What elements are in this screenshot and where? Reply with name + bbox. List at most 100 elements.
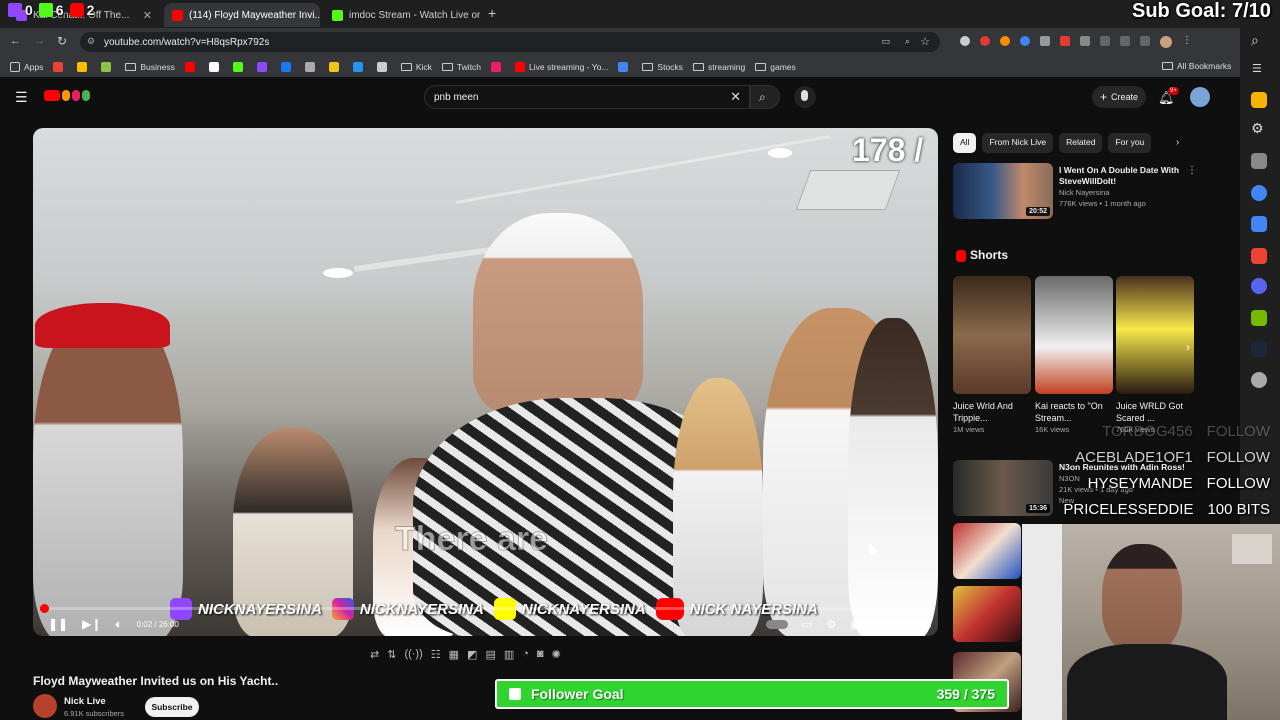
list-icon[interactable]: ▥ [504, 648, 514, 661]
more-options-icon[interactable]: ⋮ [1187, 165, 1197, 176]
browser-tab-3[interactable]: imdoc Stream - Watch Live on K... ✕ [324, 3, 480, 27]
profile-sync-icon[interactable] [1140, 36, 1150, 46]
bookmark-item[interactable] [618, 61, 632, 72]
chrome-icon[interactable] [1251, 185, 1267, 201]
bookmark-item[interactable] [208, 61, 223, 72]
miniplayer-icon[interactable]: ▣ [850, 618, 860, 631]
sidepanel-icon[interactable] [1100, 36, 1110, 46]
progress-scrubber[interactable] [40, 604, 49, 613]
autoplay-toggle[interactable] [765, 619, 788, 629]
bookmark-item[interactable]: streaming [692, 62, 745, 72]
bookmark-item[interactable] [280, 61, 295, 72]
bookmark-item[interactable] [184, 61, 199, 72]
close-icon[interactable]: ✕ [137, 9, 152, 22]
audio-icon[interactable]: ((·)) [404, 648, 422, 660]
discord-icon[interactable] [1251, 278, 1267, 294]
settings-gear-icon[interactable]: ⚙ [1251, 120, 1264, 137]
theater-mode-icon[interactable]: ▭ [899, 618, 909, 631]
loop-icon[interactable]: ⇄ [370, 648, 379, 661]
rec-thumbnail[interactable]: 15:36 [953, 460, 1053, 516]
bookmark-item[interactable]: games [755, 62, 796, 72]
nvidia-icon[interactable] [1251, 310, 1267, 326]
extension-icon[interactable] [1000, 36, 1010, 46]
sort-icon[interactable]: ⇅ [387, 648, 396, 661]
bookmark-item[interactable]: Business [125, 62, 175, 72]
profile-avatar-icon[interactable] [1160, 36, 1172, 48]
extension-icon[interactable] [960, 36, 970, 46]
browser-tab-2[interactable]: (114) Floyd Mayweather Invi... ✕ [164, 3, 320, 27]
bookmark-item[interactable]: Kick [400, 62, 432, 72]
search-input[interactable]: pnb meen ✕ [424, 85, 750, 109]
extension-icon[interactable] [1060, 36, 1070, 46]
clear-search-icon[interactable]: ✕ [730, 89, 741, 105]
progress-bar[interactable] [40, 607, 930, 610]
address-bar[interactable]: ⚙ youtube.com/watch?v=H8qsRpx792s ☆ ⌕ ▭ [80, 32, 940, 52]
bookmark-item[interactable] [376, 61, 391, 72]
bookmark-item[interactable] [328, 61, 343, 72]
bookmark-item[interactable] [304, 61, 319, 72]
bookmark-item[interactable] [77, 61, 91, 72]
menu-icon[interactable]: ☰ [15, 89, 28, 106]
short-thumbnail[interactable] [1035, 276, 1113, 394]
bookmark-item[interactable] [232, 61, 247, 72]
bookmark-item[interactable]: Twitch [441, 62, 481, 72]
video-player[interactable] [33, 128, 938, 636]
search-icon[interactable]: ⌕ [1251, 32, 1259, 49]
side-app-icon[interactable] [1251, 92, 1267, 108]
reload-icon[interactable]: ↻ [57, 34, 67, 48]
rec-thumbnail[interactable] [953, 586, 1021, 642]
pause-icon[interactable]: ❚❚ [48, 617, 68, 631]
search-button[interactable]: ⌕ [750, 85, 780, 109]
bookmark-item[interactable]: Apps [10, 61, 43, 72]
screenshot-icon[interactable]: ◙ [537, 648, 544, 660]
chip-related[interactable]: Related [1059, 133, 1103, 153]
new-tab-icon[interactable]: + [488, 5, 496, 21]
side-app-icon[interactable] [1251, 216, 1267, 232]
chip-all[interactable]: All [953, 133, 977, 153]
extension-icon[interactable] [1020, 36, 1030, 46]
menu-dots-icon[interactable]: ⋮ [1182, 36, 1192, 48]
voice-search-button[interactable] [794, 86, 816, 108]
short-thumbnail[interactable] [1116, 276, 1194, 394]
subscribe-button[interactable]: Subscribe [145, 697, 199, 717]
chip-from-nick-live[interactable]: From Nick Live [982, 133, 1054, 153]
chevron-right-icon[interactable]: › [1176, 137, 1179, 148]
extension-icon[interactable] [1040, 36, 1050, 46]
filter-icon[interactable]: ☷ [431, 648, 441, 661]
bookmark-item[interactable] [53, 61, 67, 72]
cast-icon[interactable]: ▭ [881, 36, 890, 47]
bookmark-item[interactable] [491, 61, 505, 72]
settings-icon[interactable]: ✺ [552, 648, 561, 661]
speed-icon[interactable]: ◔ [522, 648, 529, 660]
site-info-icon[interactable]: ⚙ [87, 36, 95, 47]
zoom-icon[interactable]: ⌕ [905, 36, 910, 47]
channel-avatar[interactable] [33, 694, 57, 718]
back-icon[interactable]: ← [10, 35, 21, 47]
puzzle-icon[interactable] [1080, 36, 1090, 46]
subtitles-icon[interactable]: ▭ [802, 618, 812, 631]
settings-gear-icon[interactable]: ⚙ [826, 618, 836, 631]
side-app-icon[interactable] [1251, 248, 1267, 264]
bookmark-item[interactable] [256, 61, 271, 72]
chip-for-you[interactable]: For you [1108, 133, 1152, 153]
rec-thumbnail[interactable]: 20:52 [953, 163, 1053, 219]
bookmark-star-icon[interactable]: ☆ [920, 35, 930, 48]
screen-icon[interactable]: ◩ [467, 648, 477, 661]
grid-icon[interactable]: ▤ [485, 648, 495, 661]
bookmark-item[interactable]: Live streaming - Yo... [515, 61, 608, 72]
volume-icon[interactable]: 🔈︎ [115, 617, 122, 632]
next-icon[interactable]: ▶❙ [82, 617, 101, 631]
rec-thumbnail[interactable] [953, 523, 1021, 579]
account-avatar[interactable] [1190, 87, 1210, 107]
download-icon[interactable] [1120, 36, 1130, 46]
short-item[interactable]: Juice Wrld And Trippie... 1M views [953, 400, 1021, 435]
extension-icon[interactable] [980, 36, 990, 46]
bookmark-item[interactable] [101, 61, 115, 72]
bookmark-item[interactable]: Stocks [642, 62, 683, 72]
rec-item[interactable]: I Went On A Double Date With SteveWillDo… [1059, 165, 1187, 209]
steam-icon[interactable] [1251, 341, 1267, 357]
short-thumbnail[interactable] [953, 276, 1031, 394]
fullscreen-icon[interactable]: ⛶ [923, 618, 931, 631]
side-app-icon[interactable] [1251, 153, 1267, 169]
bookmark-item[interactable] [352, 61, 367, 72]
